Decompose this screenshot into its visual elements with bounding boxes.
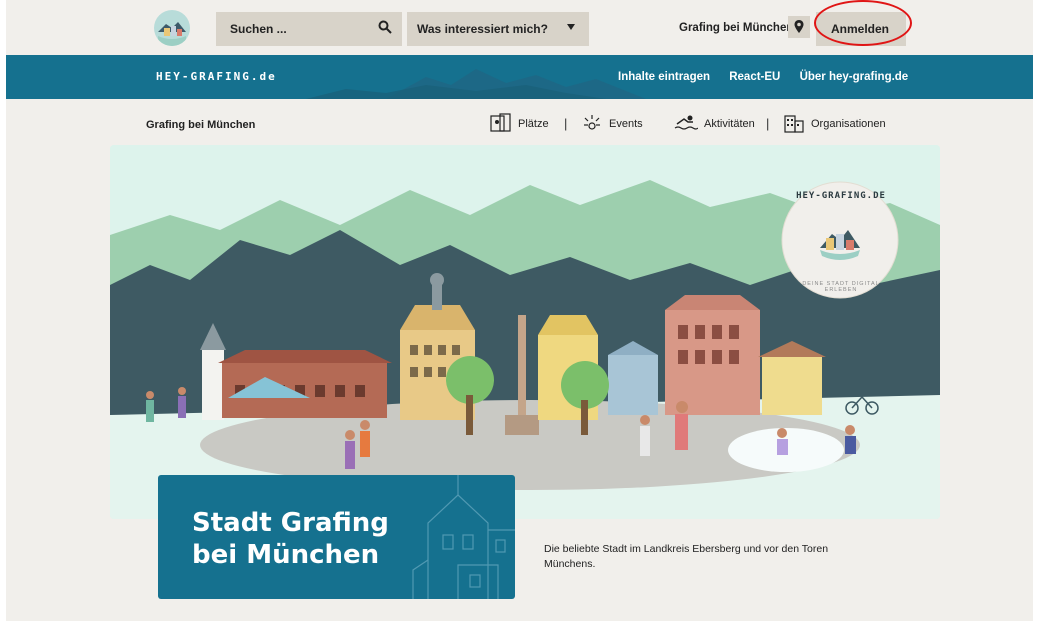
category-label: Aktivitäten bbox=[704, 118, 755, 130]
category-bar: Grafing bei München Plätze | Events Akti… bbox=[6, 99, 1033, 145]
nav-links: Inhalte eintragen React-EU Über hey-graf… bbox=[618, 71, 924, 83]
intro-description: Die beliebte Stadt im Landkreis Ebersber… bbox=[544, 543, 829, 570]
top-bar: Suchen ... Was interessiert mich? Grafin… bbox=[6, 0, 1033, 55]
town-illustration bbox=[110, 145, 940, 519]
hero-badge-sub: DEINE STADT DIGITAL ERLEBEN bbox=[786, 281, 896, 293]
page: Suchen ... Was interessiert mich? Grafin… bbox=[6, 0, 1033, 621]
category-label: Plätze bbox=[518, 118, 549, 130]
site-logo-icon[interactable] bbox=[154, 10, 190, 46]
hero-illustration: HEY-GRAFING.DE DEINE STADT DIGITAL ERLEB… bbox=[110, 145, 940, 519]
caret-down-icon bbox=[567, 24, 575, 30]
category-aktivitaeten[interactable]: Aktivitäten bbox=[674, 113, 755, 135]
search-input[interactable]: Suchen ... bbox=[216, 12, 402, 46]
category-events[interactable]: Events bbox=[581, 113, 643, 135]
page-title-line-1: Stadt Grafing bbox=[192, 508, 389, 538]
separator: | bbox=[766, 116, 770, 131]
page-title-line-2: bei München bbox=[192, 540, 380, 570]
nav-link-react-eu[interactable]: React-EU bbox=[729, 71, 780, 83]
brand-wordmark[interactable]: HEY-GRAFING.de bbox=[156, 70, 277, 83]
map-icon bbox=[490, 112, 512, 136]
category-city-label: Grafing bei München bbox=[146, 119, 256, 131]
nav-link-ueber[interactable]: Über hey-grafing.de bbox=[800, 71, 909, 83]
badge-subtext: DEINE STADT DIGITAL ERLEBEN bbox=[802, 281, 880, 293]
interest-dropdown[interactable]: Was interessiert mich? bbox=[407, 12, 589, 46]
fireworks-icon bbox=[581, 113, 603, 136]
hero-badge: HEY-GRAFING.DE bbox=[786, 191, 896, 201]
separator: | bbox=[564, 116, 568, 131]
interest-label: Was interessiert mich? bbox=[417, 22, 548, 36]
nav-link-inhalte[interactable]: Inhalte eintragen bbox=[618, 71, 710, 83]
badge-text: HEY-GRAFING.DE bbox=[796, 191, 886, 201]
category-label: Events bbox=[609, 118, 643, 130]
swimmer-icon bbox=[674, 113, 699, 136]
search-icon[interactable] bbox=[378, 20, 392, 39]
category-label: Organisationen bbox=[811, 118, 886, 130]
search-placeholder: Suchen ... bbox=[230, 22, 287, 36]
location-pin-icon[interactable] bbox=[788, 16, 810, 38]
category-plaetze[interactable]: Plätze bbox=[490, 112, 549, 136]
intro-title-card: Stadt Grafing bei München bbox=[158, 475, 515, 599]
building-icon bbox=[783, 113, 805, 136]
location-label[interactable]: Grafing bei München bbox=[679, 22, 793, 34]
category-organisationen[interactable]: Organisationen bbox=[783, 113, 886, 135]
main-nav: HEY-GRAFING.de Inhalte eintragen React-E… bbox=[6, 55, 1033, 99]
highlight-circle bbox=[814, 0, 912, 46]
